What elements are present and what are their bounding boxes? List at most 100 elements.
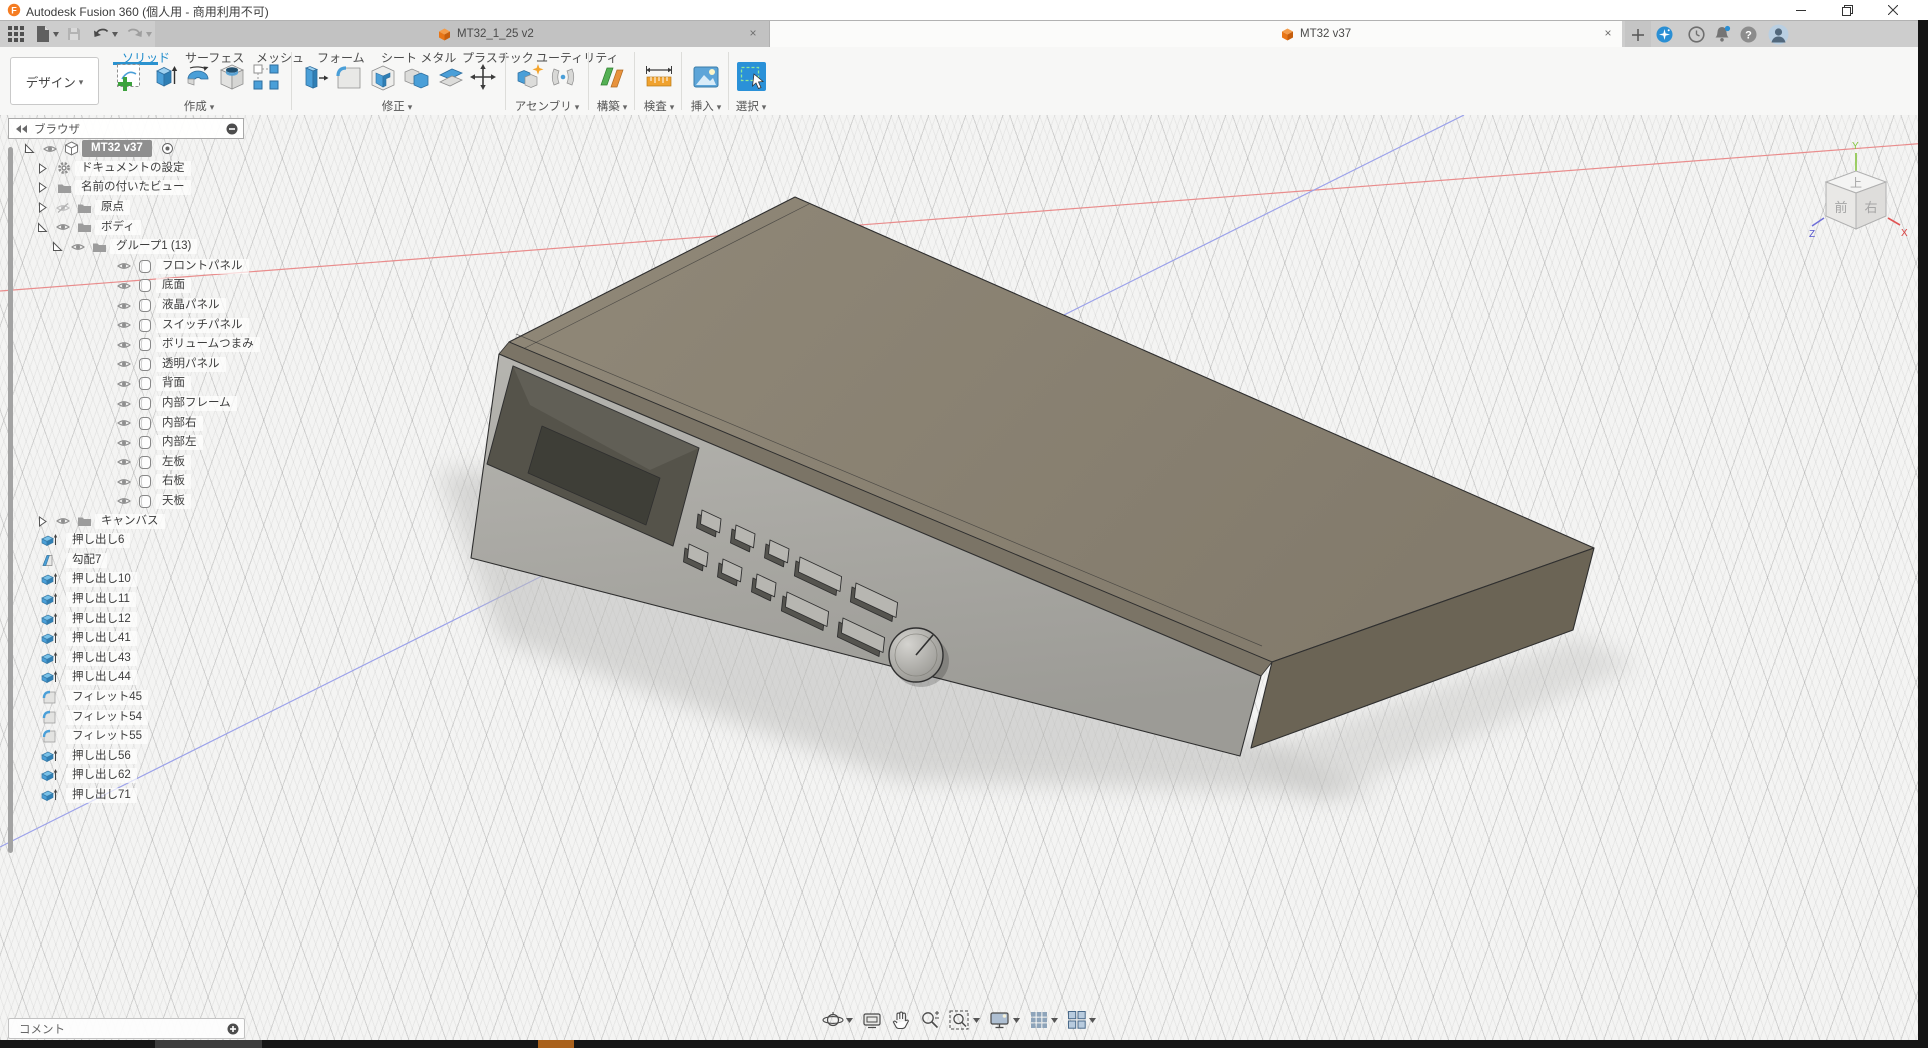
- visibility-eye-icon[interactable]: [114, 457, 134, 467]
- visibility-eye-icon[interactable]: [114, 379, 134, 389]
- tree-node[interactable]: 内部フレーム: [0, 394, 300, 414]
- feature-item[interactable]: 押し出し10: [0, 570, 300, 590]
- browser-panel-header[interactable]: ブラウザ: [8, 118, 244, 139]
- document-tab-active[interactable]: MT32 v37 ×: [770, 21, 1622, 48]
- expand-arrow-icon[interactable]: [31, 516, 53, 527]
- visibility-eye-icon[interactable]: [114, 359, 134, 369]
- tree-node-label[interactable]: 左板: [156, 455, 191, 470]
- feature-label[interactable]: 押し出し12: [66, 612, 137, 627]
- tree-node[interactable]: 背面: [0, 374, 300, 394]
- shell-icon[interactable]: [368, 62, 398, 92]
- orbit-tool[interactable]: [822, 1010, 853, 1030]
- tree-node[interactable]: 原点: [0, 198, 300, 218]
- visibility-eye-icon[interactable]: [53, 222, 73, 232]
- minimize-button[interactable]: [1778, 0, 1824, 20]
- select-tool-icon[interactable]: [737, 62, 766, 91]
- visibility-eye-icon[interactable]: [114, 477, 134, 487]
- tree-node[interactable]: ボリュームつまみ: [0, 335, 300, 355]
- feature-label[interactable]: 押し出し62: [66, 768, 137, 783]
- activate-component-radio[interactable]: [157, 142, 179, 155]
- measure-icon[interactable]: [644, 62, 674, 92]
- close-tab-icon[interactable]: ×: [745, 26, 761, 40]
- insert-image-icon[interactable]: [691, 62, 721, 92]
- visibility-eye-icon[interactable]: [68, 242, 88, 252]
- tree-node-label[interactable]: グループ1 (13): [110, 239, 197, 254]
- tree-node[interactable]: 底面: [0, 276, 300, 296]
- tree-node[interactable]: 天板: [0, 492, 300, 512]
- hole-icon[interactable]: [217, 62, 247, 92]
- feature-item[interactable]: 押し出し62: [0, 766, 300, 786]
- visibility-eye-icon[interactable]: [114, 438, 134, 448]
- visibility-eye-icon[interactable]: [114, 340, 134, 350]
- close-tab-icon[interactable]: ×: [1600, 26, 1616, 40]
- move-icon[interactable]: [468, 62, 498, 92]
- expand-arrow-icon[interactable]: [31, 163, 53, 174]
- tree-node-label[interactable]: 原点: [95, 200, 130, 215]
- tree-node-label[interactable]: 内部フレーム: [156, 396, 237, 411]
- press-pull-icon[interactable]: [300, 62, 330, 92]
- visibility-eye-icon[interactable]: [114, 418, 134, 428]
- expand-arrow-icon[interactable]: [31, 222, 53, 233]
- undo-icon[interactable]: [92, 24, 120, 44]
- tree-node-label[interactable]: 名前の付いたビュー: [75, 180, 191, 195]
- tree-node-label[interactable]: 天板: [156, 494, 191, 509]
- new-tab-button[interactable]: [1625, 21, 1651, 48]
- close-window-button[interactable]: [1870, 0, 1916, 20]
- redo-icon[interactable]: [126, 24, 154, 44]
- feature-item[interactable]: フィレット55: [0, 727, 300, 747]
- visibility-eye-icon[interactable]: [40, 144, 60, 154]
- feature-label[interactable]: 押し出し44: [66, 670, 137, 685]
- new-component-icon[interactable]: [514, 62, 544, 92]
- group-label-construct[interactable]: 構築: [597, 98, 628, 114]
- tree-node[interactable]: フロントパネル: [0, 257, 300, 277]
- pan-tool[interactable]: [891, 1010, 911, 1030]
- feature-item[interactable]: フィレット45: [0, 688, 300, 708]
- feature-label[interactable]: フィレット45: [66, 690, 148, 705]
- collapse-panel-icon[interactable]: [15, 124, 28, 134]
- revolve-icon[interactable]: [183, 62, 213, 92]
- group-label-inspect[interactable]: 検査: [644, 98, 675, 114]
- tree-node[interactable]: 内部左: [0, 433, 300, 453]
- group-label-create[interactable]: 作成: [184, 98, 215, 114]
- feature-label[interactable]: 押し出し71: [66, 788, 137, 803]
- tree-node-label[interactable]: キャンバス: [95, 514, 165, 529]
- expand-arrow-icon[interactable]: [31, 182, 53, 193]
- app-grid-icon[interactable]: [7, 24, 25, 44]
- feature-label[interactable]: フィレット54: [66, 710, 148, 725]
- document-tab-label[interactable]: MT32 v37: [1300, 28, 1351, 40]
- browser-scrollbar[interactable]: [8, 147, 13, 853]
- feature-label[interactable]: 勾配7: [66, 553, 107, 568]
- tree-node-label[interactable]: 液晶パネル: [156, 298, 226, 313]
- visibility-eye-icon[interactable]: [114, 399, 134, 409]
- group-label-assemble[interactable]: アセンブリ: [515, 98, 579, 114]
- zoom-tool[interactable]: [920, 1010, 940, 1030]
- tree-node-label[interactable]: MT32 v37: [82, 140, 152, 157]
- combine-icon[interactable]: [402, 62, 432, 92]
- notifications-bell-icon[interactable]: [1713, 25, 1732, 48]
- tree-node[interactable]: 右板: [0, 472, 300, 492]
- visibility-eye-icon[interactable]: [114, 301, 134, 311]
- feature-item[interactable]: 押し出し43: [0, 648, 300, 668]
- tree-node[interactable]: スイッチパネル: [0, 315, 300, 335]
- 3d-viewport[interactable]: ブラウザ MT32 v37 ドキュメントの設定名前の付いたビュー原点ボディグループ…: [0, 115, 1918, 1040]
- visibility-eye-icon[interactable]: [114, 496, 134, 506]
- design-workspace-menu[interactable]: デザイン: [10, 57, 99, 105]
- group-label-modify[interactable]: 修正: [382, 98, 413, 114]
- viewports-tool[interactable]: [1067, 1010, 1096, 1030]
- tree-node[interactable]: グループ1 (13): [0, 237, 300, 257]
- tree-node-label[interactable]: ドキュメントの設定: [75, 161, 191, 176]
- tree-node[interactable]: 左板: [0, 453, 300, 473]
- tree-node-label[interactable]: 底面: [156, 278, 191, 293]
- visibility-eye-off-icon[interactable]: [53, 203, 73, 213]
- offset-face-icon[interactable]: [436, 62, 466, 92]
- tree-node-label[interactable]: ボディ: [95, 220, 141, 235]
- feature-item[interactable]: 勾配7: [0, 550, 300, 570]
- fillet-icon[interactable]: [334, 62, 364, 92]
- tree-node[interactable]: MT32 v37: [0, 139, 300, 159]
- extrude-icon[interactable]: [149, 62, 179, 92]
- create-sketch-icon[interactable]: [115, 62, 145, 92]
- feature-item[interactable]: 押し出し6: [0, 531, 300, 551]
- extensions-icon[interactable]: [1656, 26, 1673, 48]
- tree-node-label[interactable]: 透明パネル: [156, 357, 226, 372]
- fit-view-tool[interactable]: [949, 1010, 980, 1030]
